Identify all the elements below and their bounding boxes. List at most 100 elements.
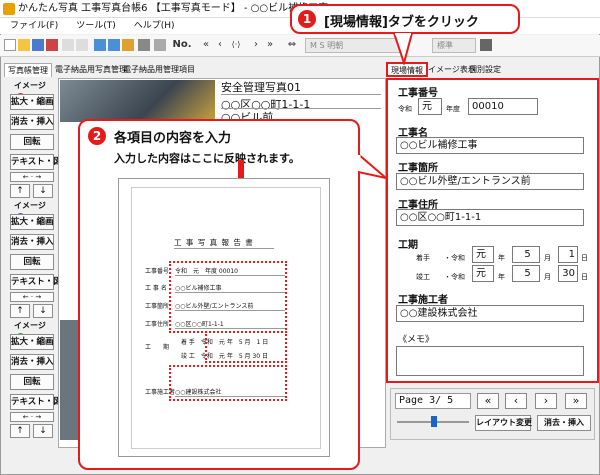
- year-input[interactable]: 元: [418, 98, 442, 115]
- rotate-button-3[interactable]: 回転: [10, 374, 54, 390]
- copy-icon[interactable]: [62, 39, 74, 51]
- kasho-input[interactable]: ○○ビル外壁/エントランス前: [396, 173, 584, 190]
- down-button-1[interactable]: ↓: [33, 184, 53, 198]
- tab-photo-book[interactable]: 写真帳管理: [4, 63, 52, 77]
- rotate-button-1[interactable]: 回転: [10, 134, 54, 150]
- rotate-button-2[interactable]: 回転: [10, 254, 54, 270]
- erase-insert-button[interactable]: 消去・挿入: [537, 415, 591, 431]
- paste-icon[interactable]: [76, 39, 88, 51]
- print-icon[interactable]: [46, 39, 58, 51]
- report-row-label-3: 工事箇所: [145, 303, 170, 310]
- photo-1[interactable]: [60, 80, 215, 122]
- new-icon[interactable]: [4, 39, 16, 51]
- kouji-bango-input[interactable]: 00010: [468, 98, 538, 115]
- first-page-button[interactable]: «: [477, 393, 499, 409]
- group-head-1: イメージ1: [6, 80, 54, 102]
- left-right-button-2[interactable]: ← · →: [10, 292, 54, 302]
- sekou-input[interactable]: ○○建設株式会社: [396, 305, 584, 322]
- photo2-icon[interactable]: [108, 39, 120, 51]
- text-figure-button-2[interactable]: テキスト・図: [10, 274, 62, 290]
- koujimei-input[interactable]: ○○ビル補修工事: [396, 137, 584, 154]
- start-month-unit: 月: [544, 254, 551, 262]
- zoom-button-3[interactable]: 拡大・縮画: [10, 334, 54, 350]
- tab-row: 写真帳管理 電子納品用写真管理 電子納品用管理項目 現場情報 イメージ表示 個別…: [0, 62, 600, 77]
- tab-electronic-photo[interactable]: 電子納品用写真管理: [52, 63, 130, 77]
- tool-icon[interactable]: [154, 39, 166, 51]
- kasho-label: 工事箇所: [398, 163, 438, 174]
- zoom-button-2[interactable]: 拡大・縮画: [10, 214, 54, 230]
- end-day-unit: 日: [581, 273, 588, 281]
- page-nav-panel: Page 3/ 5 « ‹ › » レイアウト変更 消去・挿入: [390, 388, 595, 440]
- end-year-unit: 年: [498, 273, 505, 281]
- jusho-input[interactable]: ○○区○○町1-1-1: [396, 209, 584, 226]
- link-icon[interactable]: ⇔: [286, 39, 298, 51]
- text-figure-button-1[interactable]: テキスト・図: [10, 154, 62, 170]
- left-right-button-1[interactable]: ← · →: [10, 172, 54, 182]
- zoom-button-1[interactable]: 拡大・縮画: [10, 94, 54, 110]
- down-button-2[interactable]: ↓: [33, 304, 53, 318]
- erase-insert-button-1[interactable]: 消去・挿入: [10, 114, 54, 130]
- next-page-icon[interactable]: ›: [250, 39, 262, 51]
- tab-electronic-items[interactable]: 電子納品用管理項目: [120, 63, 198, 77]
- start-year-input[interactable]: 元: [472, 246, 494, 263]
- end-day-input[interactable]: 30: [558, 265, 578, 282]
- last-page-button[interactable]: »: [565, 393, 587, 409]
- start-day-input[interactable]: 1: [558, 246, 578, 263]
- end-month-input[interactable]: 5: [512, 265, 540, 282]
- group-head-3: イメージ3: [6, 320, 54, 342]
- image-icon[interactable]: [122, 39, 134, 51]
- page-icon[interactable]: ⟨·⟩: [230, 39, 242, 51]
- callout-2-subtitle: 入力した内容はここに反映されます。: [114, 152, 300, 165]
- end-era: ・令和: [444, 273, 465, 281]
- erase-insert-button-2[interactable]: 消去・挿入: [10, 234, 54, 250]
- report-highlight-top: [169, 261, 287, 333]
- color-icon[interactable]: [480, 39, 492, 51]
- report-highlight-sekou: [169, 365, 287, 401]
- start-year-unit: 年: [498, 254, 505, 262]
- up-button-3[interactable]: ↑: [10, 424, 30, 438]
- first-page-icon[interactable]: «: [200, 39, 212, 51]
- layout-change-button[interactable]: レイアウト変更: [475, 415, 532, 431]
- image-controls: イメージ1 拡大・縮画 消去・挿入 回転 テキスト・図 ← · → ↑ ↓ イメ…: [4, 78, 62, 448]
- menu-file[interactable]: ファイル(F): [10, 21, 58, 31]
- size-combo[interactable]: 標準: [432, 38, 476, 53]
- callout-2-pointer: [358, 152, 387, 179]
- start-day-unit: 日: [581, 254, 588, 262]
- down-button-3[interactable]: ↓: [33, 424, 53, 438]
- left-right-button-3[interactable]: ← · →: [10, 412, 54, 422]
- start-month-input[interactable]: 5: [512, 246, 540, 263]
- menu-help[interactable]: ヘルプ(H): [134, 21, 175, 31]
- photo-3[interactable]: [60, 320, 80, 440]
- number-button[interactable]: No.: [172, 39, 192, 51]
- report-row-label-1: 工事番号: [145, 268, 170, 275]
- report-title-underline: [174, 248, 274, 249]
- end-month-unit: 月: [544, 273, 551, 281]
- end-year-input[interactable]: 元: [472, 265, 494, 282]
- callout-2-title: 各項目の内容を入力: [114, 131, 232, 146]
- up-button-2[interactable]: ↑: [10, 304, 30, 318]
- tab-individual-settings[interactable]: 個別設定: [466, 63, 504, 77]
- up-button-1[interactable]: ↑: [10, 184, 30, 198]
- text-figure-button-3[interactable]: テキスト・図: [10, 394, 62, 410]
- save-icon[interactable]: [32, 39, 44, 51]
- page-slider-thumb[interactable]: [431, 416, 437, 427]
- toolbar: No. « ‹ ⟨·⟩ › » ⇔ M S 明朝 標準: [0, 35, 600, 57]
- report-preview: 工 事 写 真 報 告 書 工事番号 令和 元 年度 00010 工 事 名 ○…: [118, 178, 330, 457]
- font-combo[interactable]: M S 明朝: [305, 38, 400, 53]
- sheet-header: 安全管理写真01: [221, 81, 301, 94]
- window-title: かんたん写真 工事写真台帳6 【工事写真モード】 - ○○ビル補修工事 *: [18, 3, 337, 14]
- settings-icon[interactable]: [138, 39, 150, 51]
- callout-1-pointer: [392, 33, 414, 65]
- photo-icon[interactable]: [94, 39, 106, 51]
- open-icon[interactable]: [18, 39, 30, 51]
- report-kiki-label: 工 期: [145, 344, 170, 351]
- memo-textarea[interactable]: [396, 346, 584, 376]
- nendo-label: 年度: [446, 105, 460, 113]
- prev-page-icon[interactable]: ‹: [214, 39, 226, 51]
- last-page-icon[interactable]: »: [264, 39, 276, 51]
- reiwa-label: 令和: [398, 105, 412, 113]
- next-page-button[interactable]: ›: [535, 393, 557, 409]
- menu-tools[interactable]: ツール(T): [76, 21, 116, 31]
- erase-insert-button-3[interactable]: 消去・挿入: [10, 354, 54, 370]
- prev-page-button[interactable]: ‹: [505, 393, 527, 409]
